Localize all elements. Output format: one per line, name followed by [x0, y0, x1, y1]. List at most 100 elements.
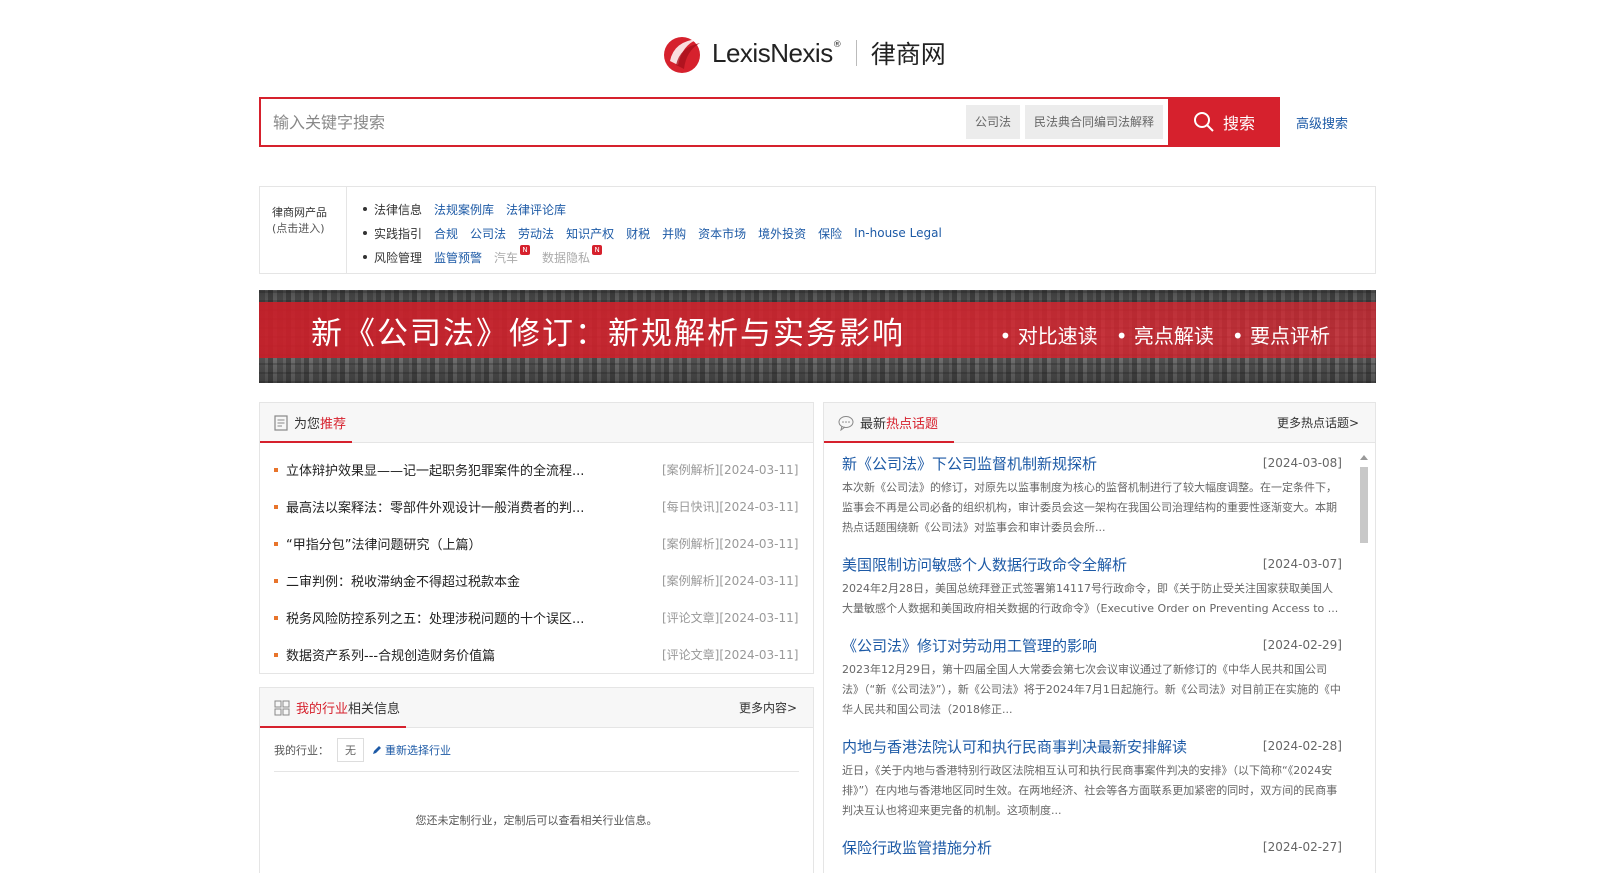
document-icon [274, 414, 288, 431]
product-link[interactable]: 公司法 [470, 225, 506, 242]
product-link[interactable]: 资本市场 [698, 225, 746, 242]
item-meta: [案例解析][2024-03-11] [662, 463, 799, 477]
banner-point: 亮点解读 [1116, 320, 1214, 349]
list-item[interactable]: 最高法以案释法：零部件外观设计一般消费者的判... [每日快讯][2024-03-… [274, 488, 813, 525]
hot-topic-summary: 本次新《公司法》的修订，对原先以监事制度为核心的监督机制进行了较大幅度调整。在一… [842, 481, 1337, 534]
item-title[interactable]: 立体辩护效果显——记一起职务犯罪案件的全流程... [286, 460, 648, 479]
page: LexisNexis® 律商网 公司法 民法典合同编司法解释 搜索 高级搜索 律… [0, 0, 1622, 873]
product-link[interactable]: 汽车N [494, 244, 531, 266]
product-link[interactable]: 保险 [818, 225, 842, 242]
search-bar: 公司法 民法典合同编司法解释 搜索 [259, 97, 1280, 147]
grid-icon [274, 700, 290, 715]
recommend-title: 为您 [294, 417, 321, 432]
industry-title-highlight: 我的行业 [296, 702, 349, 717]
item-title[interactable]: 最高法以案释法：零部件外观设计一般消费者的判... [286, 497, 648, 516]
hot-topic-date: [2024-02-29] [1262, 638, 1342, 652]
item-meta: [评论文章][2024-03-11] [662, 611, 799, 625]
recommend-panel: 为您 推荐 立体辩护效果显——记一起职务犯罪案件的全流程... [案例解析][202… [259, 402, 814, 674]
advanced-search-link[interactable]: 高级搜索 [1296, 113, 1348, 132]
product-link[interactable]: 财税 [626, 225, 650, 242]
banner-point: 对比速读 [1000, 320, 1098, 349]
recommend-title-highlight: 推荐 [320, 417, 347, 432]
banner-title: 新《公司法》修订：新规解析与实务影响 [311, 316, 905, 352]
product-link[interactable]: In-house Legal [854, 226, 942, 240]
product-link[interactable]: 合规 [434, 225, 458, 242]
hot-topic-summary: 2023年12月29日，第十四届全国人大常委会第七次会议审议通过了新修订的《中华… [842, 663, 1341, 716]
hot-topic-date: [2024-03-07] [1262, 557, 1342, 571]
products-title: 律商网产品 [272, 206, 327, 219]
list-item[interactable]: 立体辩护效果显——记一起职务犯罪案件的全流程... [案例解析][2024-03-… [274, 451, 813, 488]
search-input[interactable] [261, 99, 966, 145]
pencil-icon [373, 745, 381, 754]
item-title[interactable]: “甲指分包”法律问题研究（上篇） [286, 534, 648, 553]
product-row-risk-management: 风险管理 监管预警 汽车N 数据隐私N [363, 244, 954, 269]
logo-site-name: 律商网 [870, 40, 946, 69]
hot-topic-title[interactable]: 新《公司法》下公司监督机制新规探析 [842, 453, 1097, 474]
product-row-practice-guide: 实践指引 合规 公司法 劳动法 知识产权 财税 并购 资本市场 境外投资 保险 … [363, 221, 954, 245]
product-link[interactable]: 法律评论库 [506, 201, 566, 218]
logo-brand: LexisNexis [712, 37, 833, 68]
list-item[interactable]: “甲指分包”法律问题研究（上篇） [案例解析][2024-03-11] [274, 525, 813, 562]
hot-topic-summary: 近日，《关于内地与香港特别行政区法院相互认可和执行民商事案件判决的安排》（以下简… [842, 764, 1338, 817]
item-meta: [评论文章][2024-03-11] [662, 648, 799, 662]
banner-points: 对比速读 亮点解读 要点评析 [1000, 320, 1330, 349]
product-category: 风险管理 [374, 250, 423, 265]
product-link[interactable]: 监管预警 [434, 249, 482, 266]
item-title[interactable]: 税务风险防控系列之五：处理涉税问题的十个误区... [286, 608, 648, 627]
product-category: 法律信息 [374, 202, 423, 217]
search-tag-civil-code[interactable]: 民法典合同编司法解释 [1024, 105, 1163, 139]
lexisnexis-logo-icon [664, 37, 700, 73]
product-link[interactable]: 知识产权 [566, 225, 614, 242]
scrollbar-thumb[interactable] [1360, 467, 1368, 543]
hot-topics-title: 最新 [860, 417, 887, 432]
product-link[interactable]: 劳动法 [518, 225, 554, 242]
item-meta: [案例解析][2024-03-11] [662, 537, 799, 551]
hot-topic-item: 新《公司法》下公司监督机制新规探析 [2024-03-08] 本次新《公司法》的修… [842, 451, 1342, 538]
hot-topics-header: 最新 热点话题 更多热点话题> [824, 403, 1375, 443]
hot-topic-item: 保险行政监管措施分析 [2024-02-27] [842, 835, 1342, 859]
industry-more-link[interactable]: 更多内容> [739, 699, 797, 716]
product-category: 实践指引 [374, 226, 423, 241]
hot-topic-item: 内地与香港法院认可和执行民商事判决最新安排解读 [2024-02-28] 近日，《… [842, 734, 1342, 821]
hot-topic-date: [2024-02-28] [1262, 739, 1342, 753]
search-button-label: 搜索 [1222, 114, 1255, 133]
hot-topics-title-highlight: 热点话题 [886, 417, 939, 432]
products-box: 律商网产品 (点击进入) 法律信息 法规案例库 法律评论库 实践指引 合规 公司… [259, 186, 1376, 274]
search-button[interactable]: 搜索 [1168, 97, 1280, 147]
list-item[interactable]: 数据资产系列---合规创造财务价值篇 [评论文章][2024-03-11] [274, 636, 813, 673]
logo-registered-mark: ® [832, 40, 842, 50]
reselect-industry-link[interactable]: 重新选择行业 [385, 742, 451, 758]
site-logo[interactable]: LexisNexis ® 律商网 [660, 30, 946, 76]
scroll-up-icon[interactable] [1360, 455, 1368, 460]
industry-panel: 我的行业 相关信息 更多内容> 我的行业： 无 重新选择行业 您还未定制行业，定制… [259, 687, 814, 873]
hot-topic-title[interactable]: 内地与香港法院认可和执行民商事判决最新安排解读 [842, 736, 1187, 757]
search-tag-company-law[interactable]: 公司法 [965, 105, 1020, 139]
product-link[interactable]: 法规案例库 [434, 201, 494, 218]
product-link[interactable]: 境外投资 [758, 225, 806, 242]
new-badge-icon: N [520, 244, 531, 255]
product-row-legal-info: 法律信息 法规案例库 法律评论库 [363, 197, 954, 221]
hot-topic-title[interactable]: 美国限制访问敏感个人数据行政命令全解析 [842, 554, 1127, 575]
new-badge-icon: N [592, 244, 603, 255]
item-title[interactable]: 数据资产系列---合规创造财务价值篇 [286, 645, 648, 664]
hot-topic-date: [2024-03-08] [1262, 456, 1342, 470]
industry-header: 我的行业 相关信息 更多内容> [260, 688, 813, 728]
product-link[interactable]: 数据隐私N [542, 244, 603, 266]
hot-topics-scrollbar[interactable] [1359, 453, 1369, 873]
list-item[interactable]: 二审判例：税收滞纳金不得超过税款本金 [案例解析][2024-03-11] [274, 562, 813, 599]
list-item[interactable]: 税务风险防控系列之五：处理涉税问题的十个误区... [评论文章][2024-03-… [274, 599, 813, 636]
recommend-header: 为您 推荐 [260, 403, 813, 443]
item-title[interactable]: 二审判例：税收滞纳金不得超过税款本金 [286, 571, 648, 590]
logo-divider [855, 40, 857, 66]
hot-topic-date: [2024-02-27] [1262, 840, 1342, 854]
hot-topic-title[interactable]: 《公司法》修订对劳动用工管理的影响 [842, 635, 1097, 656]
promo-banner[interactable]: 新《公司法》修订：新规解析与实务影响 对比速读 亮点解读 要点评析 [259, 290, 1376, 383]
hot-topic-summary: 2024年2月28日，美国总统拜登正式签署第14117号行政命令，即《关于防止受… [842, 582, 1339, 615]
hot-topic-title[interactable]: 保险行政监管措施分析 [842, 837, 992, 858]
products-subtitle: (点击进入) [272, 222, 325, 235]
hot-topics-more-link[interactable]: 更多热点话题> [1277, 414, 1359, 431]
industry-empty-message: 您还未定制行业，定制后可以查看相关行业信息。 [415, 814, 658, 827]
banner-point: 要点评析 [1232, 320, 1330, 349]
industry-row: 我的行业： 无 重新选择行业 [274, 728, 799, 772]
product-link[interactable]: 并购 [662, 225, 686, 242]
